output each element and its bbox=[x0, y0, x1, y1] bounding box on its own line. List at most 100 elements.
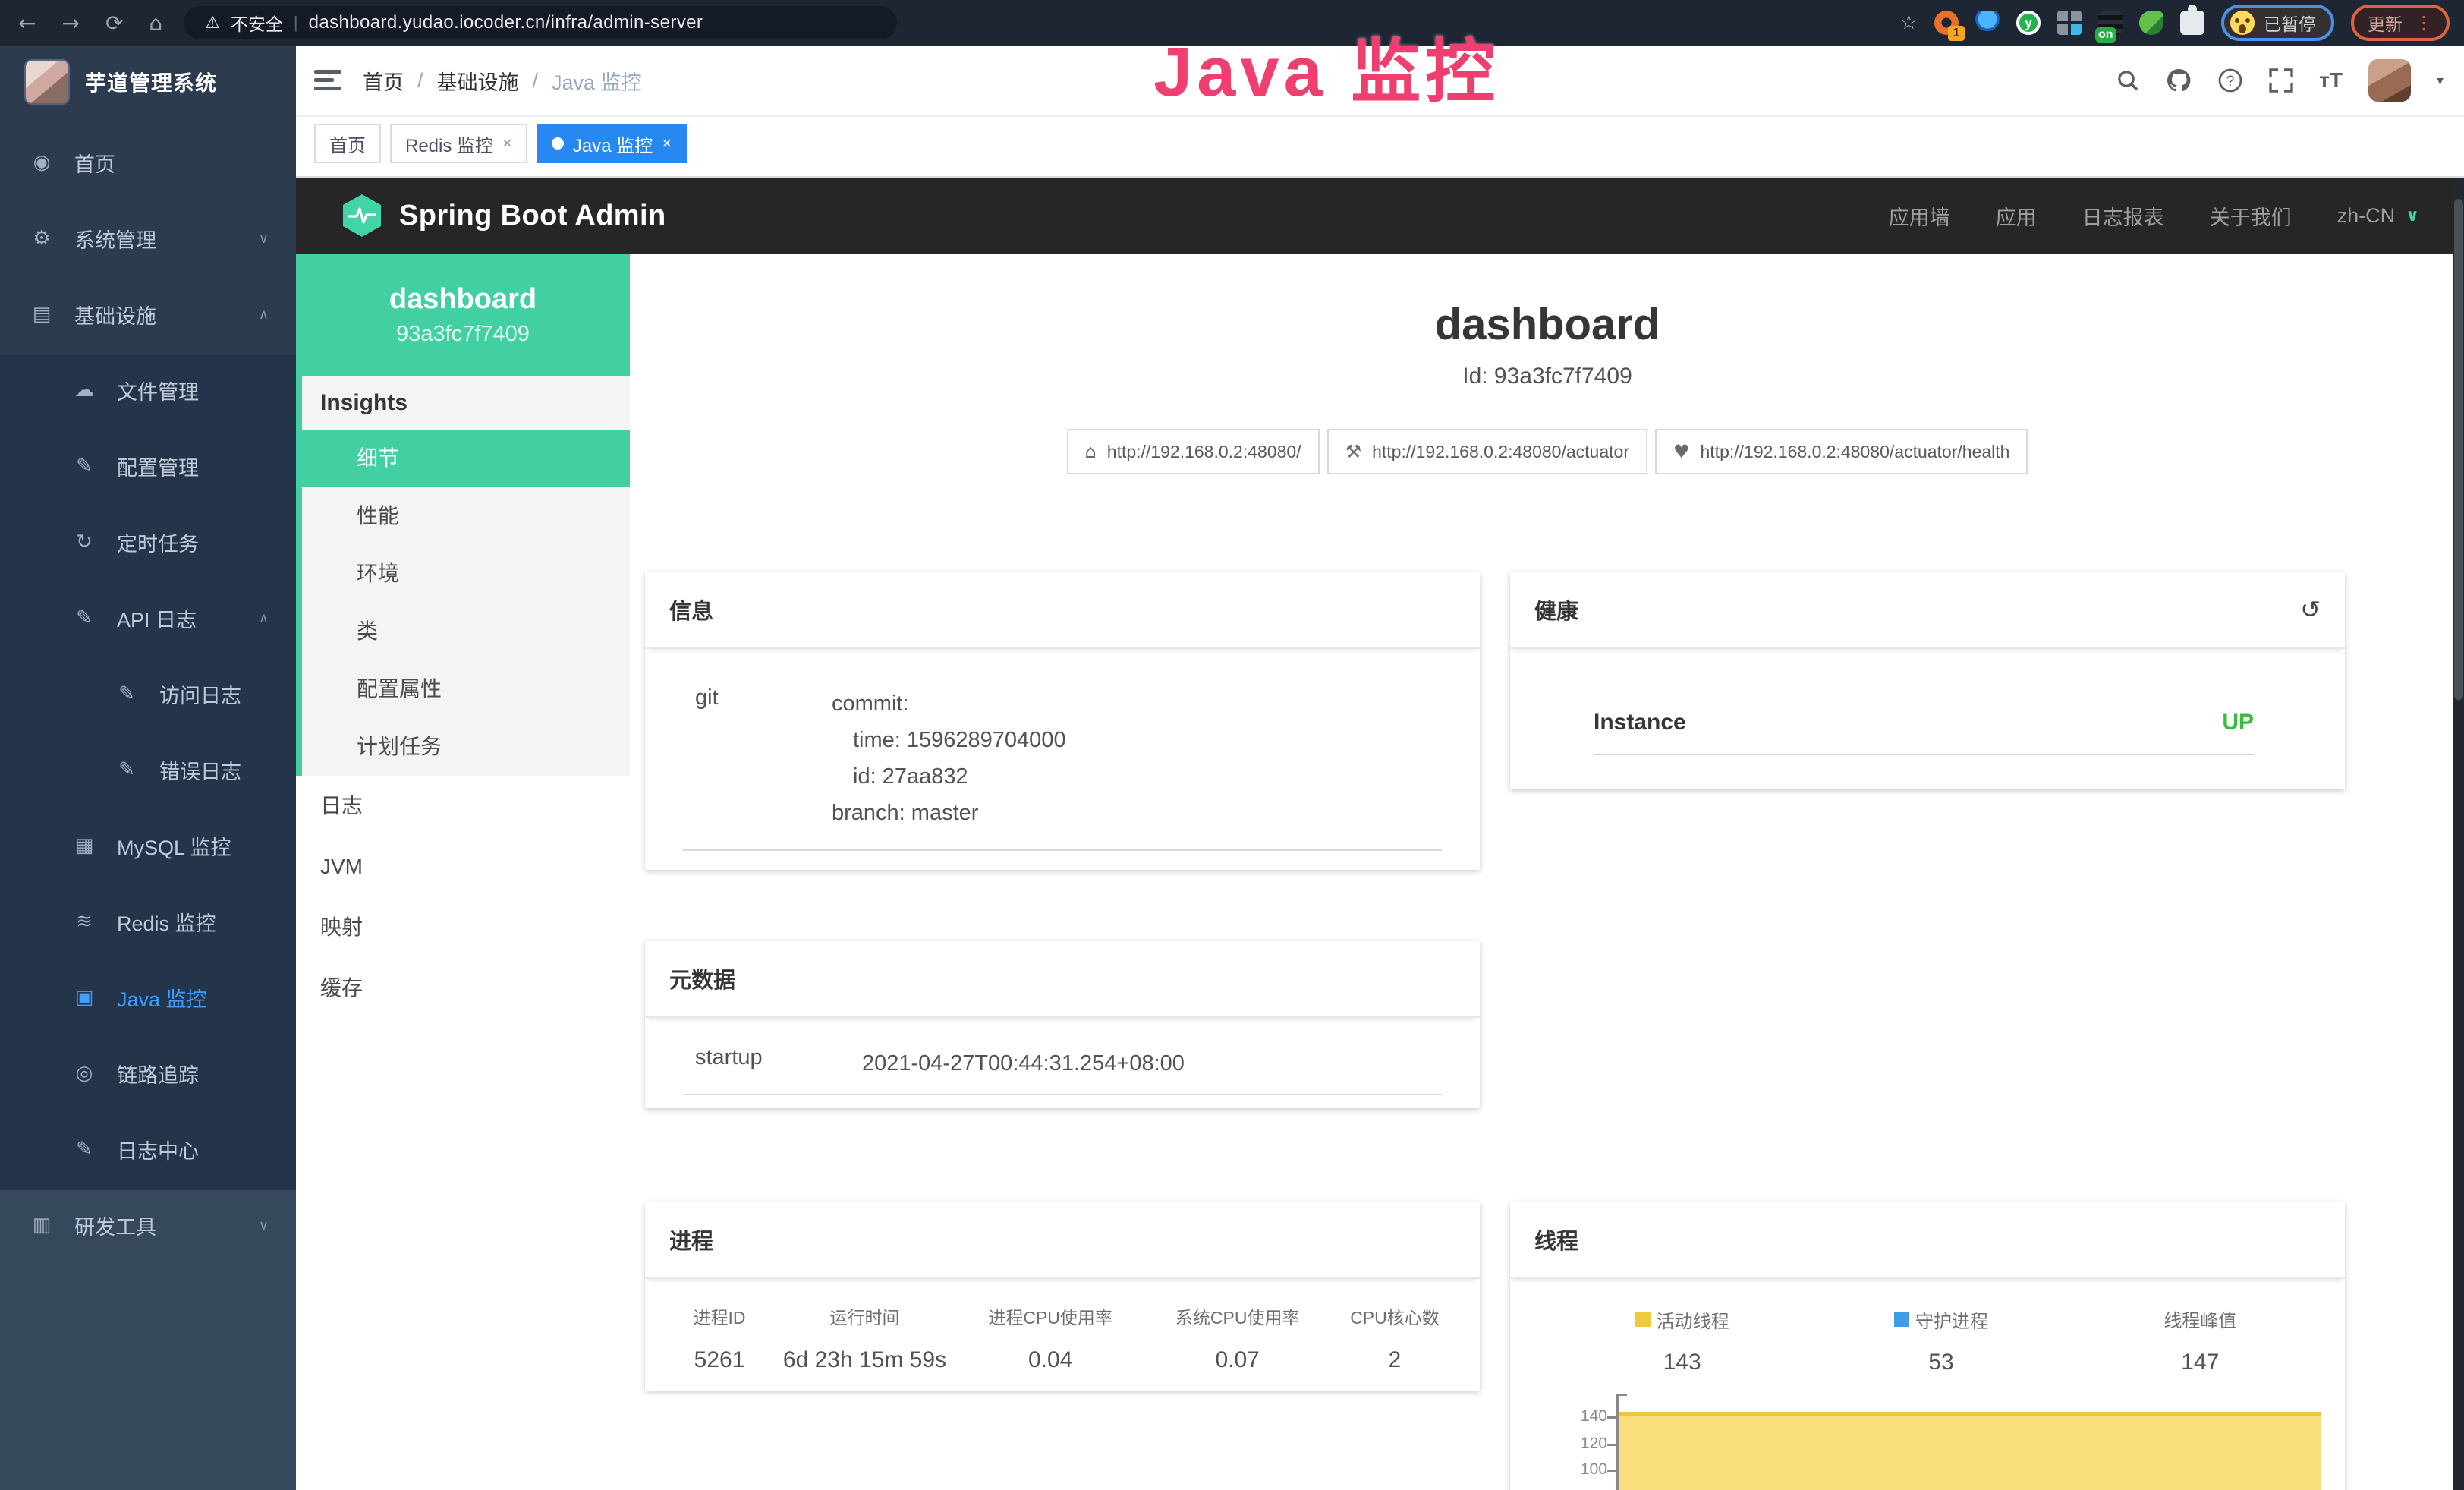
tag-redis-monitor[interactable]: Redis 监控 × bbox=[390, 124, 527, 163]
panel-item-config-props[interactable]: 配置属性 bbox=[302, 660, 630, 718]
sidebar-item-infra[interactable]: ▤基础设施∧ bbox=[0, 276, 296, 352]
tag-home[interactable]: 首页 bbox=[314, 124, 381, 163]
sidebar-item-error-log[interactable]: ✎错误日志 bbox=[0, 732, 296, 808]
panel-item-logs[interactable]: 日志 bbox=[296, 776, 630, 836]
sidebar-item-scheduled-jobs[interactable]: ↻定时任务 bbox=[0, 504, 296, 580]
paused-label: 已暂停 bbox=[2264, 10, 2316, 36]
actuator-url-chip[interactable]: ⚒http://192.168.0.2:48080/actuator bbox=[1327, 429, 1647, 474]
user-avatar[interactable] bbox=[2368, 59, 2411, 102]
peak-threads-value: 147 bbox=[2071, 1350, 2330, 1375]
sidebar-item-home[interactable]: ◉首页 bbox=[0, 124, 296, 200]
help-icon[interactable]: ? bbox=[2217, 68, 2243, 93]
sba-instance-header[interactable]: dashboard 93a3fc7f7409 bbox=[296, 254, 630, 376]
fullscreen-icon[interactable] bbox=[2269, 68, 2293, 93]
sidebar-item-tracing[interactable]: ◎链路追踪 bbox=[0, 1035, 296, 1111]
app-logo-image bbox=[24, 59, 70, 105]
panel-item-classes[interactable]: 类 bbox=[302, 603, 630, 660]
browser-forward-icon[interactable]: → bbox=[61, 11, 79, 36]
divider bbox=[683, 849, 1442, 851]
panel-item-details[interactable]: 细节 bbox=[302, 430, 630, 487]
extension-badge: 1 bbox=[1948, 26, 1965, 41]
sidebar-item-dev-tools[interactable]: ▥研发工具∨ bbox=[0, 1187, 296, 1263]
tag-label: Redis 监控 bbox=[405, 131, 493, 157]
extension-colorzilla-icon[interactable]: 1 bbox=[1934, 11, 1959, 35]
extension-grid-icon[interactable] bbox=[2057, 11, 2082, 35]
tag-java-monitor[interactable]: Java 监控× bbox=[537, 124, 687, 163]
monitor-icon: ▤ bbox=[30, 303, 53, 326]
text-size-icon[interactable]: тT bbox=[2319, 68, 2343, 93]
browser-reload-icon[interactable]: ⟳ bbox=[105, 11, 123, 36]
service-url-chip[interactable]: ⌂http://192.168.0.2:48080/ bbox=[1067, 429, 1320, 474]
instance-id: 93a3fc7f7409 bbox=[396, 322, 530, 347]
page-scrollbar[interactable] bbox=[2453, 178, 2464, 1490]
search-icon[interactable] bbox=[2116, 68, 2140, 93]
extension-switch-icon[interactable]: on bbox=[2098, 11, 2123, 35]
redis-icon: ≋ bbox=[73, 910, 96, 933]
sidebar-item-mysql-monitor[interactable]: ▦MySQL 监控 bbox=[0, 808, 296, 884]
panel-item-scheduled-tasks[interactable]: 计划任务 bbox=[302, 718, 630, 776]
panel-item-jvm[interactable]: JVM bbox=[296, 836, 630, 897]
hamburger-icon[interactable] bbox=[314, 70, 341, 91]
sba-link-wallboard[interactable]: 应用墙 bbox=[1889, 201, 1950, 231]
app-logo-row[interactable]: 芋道管理系统 bbox=[0, 46, 296, 118]
sba-link-applications[interactable]: 应用 bbox=[1996, 201, 2037, 231]
sidebar-item-system[interactable]: ⚙系统管理∨ bbox=[0, 200, 296, 276]
close-icon[interactable]: × bbox=[662, 134, 672, 153]
emoji-face-icon bbox=[2230, 11, 2255, 35]
sidebar-item-java-monitor[interactable]: ▣Java 监控 bbox=[0, 959, 296, 1035]
browser-back-icon[interactable]: ← bbox=[18, 11, 36, 36]
uptime-value: 6d 23h 15m 59s bbox=[773, 1347, 957, 1373]
browser-home-icon[interactable]: ⌂ bbox=[149, 11, 162, 36]
sba-navbar: Spring Boot Admin 应用墙 应用 日志报表 关于我们 zh-CN… bbox=[296, 178, 2464, 254]
daemon-threads-value: 53 bbox=[1811, 1350, 2070, 1375]
user-menu-caret-icon[interactable]: ▾ bbox=[2437, 73, 2444, 89]
github-icon[interactable] bbox=[2166, 68, 2192, 93]
address-bar[interactable]: ⚠ 不安全 | dashboard.yudao.iocoder.cn/infra… bbox=[184, 6, 897, 39]
sidebar-item-api-log[interactable]: ✎API 日志∧ bbox=[0, 580, 296, 656]
sidebar-item-file-manage[interactable]: ☁文件管理 bbox=[0, 352, 296, 428]
panel-item-metrics[interactable]: 性能 bbox=[302, 487, 630, 545]
extension-leaf-icon[interactable] bbox=[2139, 11, 2163, 35]
bookmark-star-icon[interactable]: ☆ bbox=[1900, 11, 1918, 34]
git-id-line: id: 27aa832 bbox=[832, 758, 1442, 795]
paused-profile-chip[interactable]: 已暂停 bbox=[2221, 5, 2334, 41]
sidebar-item-label: Redis 监控 bbox=[117, 907, 216, 937]
log-icon: ✎ bbox=[73, 606, 96, 629]
sidebar-item-access-log[interactable]: ✎访问日志 bbox=[0, 656, 296, 732]
close-icon[interactable]: × bbox=[502, 134, 512, 153]
sidebar-item-label: 配置管理 bbox=[117, 452, 199, 481]
eye-icon: ◎ bbox=[73, 1062, 96, 1085]
extensions-puzzle-icon[interactable] bbox=[2180, 11, 2204, 35]
panel-item-caches[interactable]: 缓存 bbox=[296, 958, 630, 1019]
sidebar-item-config-manage[interactable]: ✎配置管理 bbox=[0, 428, 296, 504]
breadcrumb-home[interactable]: 首页 bbox=[363, 66, 404, 96]
extension-pin-icon[interactable] bbox=[1975, 11, 2000, 35]
history-icon[interactable]: ↺ bbox=[2300, 595, 2321, 624]
daemon-threads-swatch-icon bbox=[1894, 1312, 1909, 1327]
detail-title: dashboard bbox=[630, 299, 2464, 350]
sba-language-select[interactable]: zh-CN∨ bbox=[2337, 204, 2419, 228]
svg-text:?: ? bbox=[2226, 74, 2235, 90]
sidebar-item-log-center[interactable]: ✎日志中心 bbox=[0, 1111, 296, 1187]
sba-brand[interactable]: Spring Boot Admin bbox=[341, 194, 666, 238]
update-browser-button[interactable]: 更新 ⋮ bbox=[2351, 5, 2450, 41]
chevron-down-icon: ∨ bbox=[259, 1218, 269, 1233]
live-threads-value: 143 bbox=[1553, 1350, 1811, 1375]
sidebar-item-label: 研发工具 bbox=[74, 1211, 156, 1240]
sidebar-item-redis-monitor[interactable]: ≋ Redis 监控 bbox=[0, 884, 296, 959]
extension-y-icon[interactable]: y bbox=[2016, 11, 2041, 35]
scrollbar-thumb[interactable] bbox=[2454, 199, 2463, 700]
sidebar-item-label: MySQL 监控 bbox=[117, 831, 231, 861]
spring-boot-admin-logo-icon bbox=[341, 194, 382, 238]
info-card-title: 信息 bbox=[669, 594, 713, 625]
panel-item-environment[interactable]: 环境 bbox=[302, 545, 630, 603]
process-col-header: 进程ID bbox=[666, 1303, 773, 1329]
health-url-chip[interactable]: ♥http://192.168.0.2:48080/actuator/healt… bbox=[1655, 429, 2028, 474]
instance-url-chips: ⌂http://192.168.0.2:48080/ ⚒http://192.1… bbox=[630, 429, 2464, 474]
browser-menu-dots-icon[interactable]: ⋮ bbox=[2415, 12, 2433, 33]
sba-link-journal[interactable]: 日志报表 bbox=[2082, 201, 2164, 231]
panel-item-mappings[interactable]: 映射 bbox=[296, 897, 630, 958]
sba-link-about[interactable]: 关于我们 bbox=[2210, 201, 2292, 231]
health-instance-label: Instance bbox=[1594, 710, 1686, 736]
breadcrumb-infra[interactable]: 基础设施 bbox=[437, 66, 519, 96]
